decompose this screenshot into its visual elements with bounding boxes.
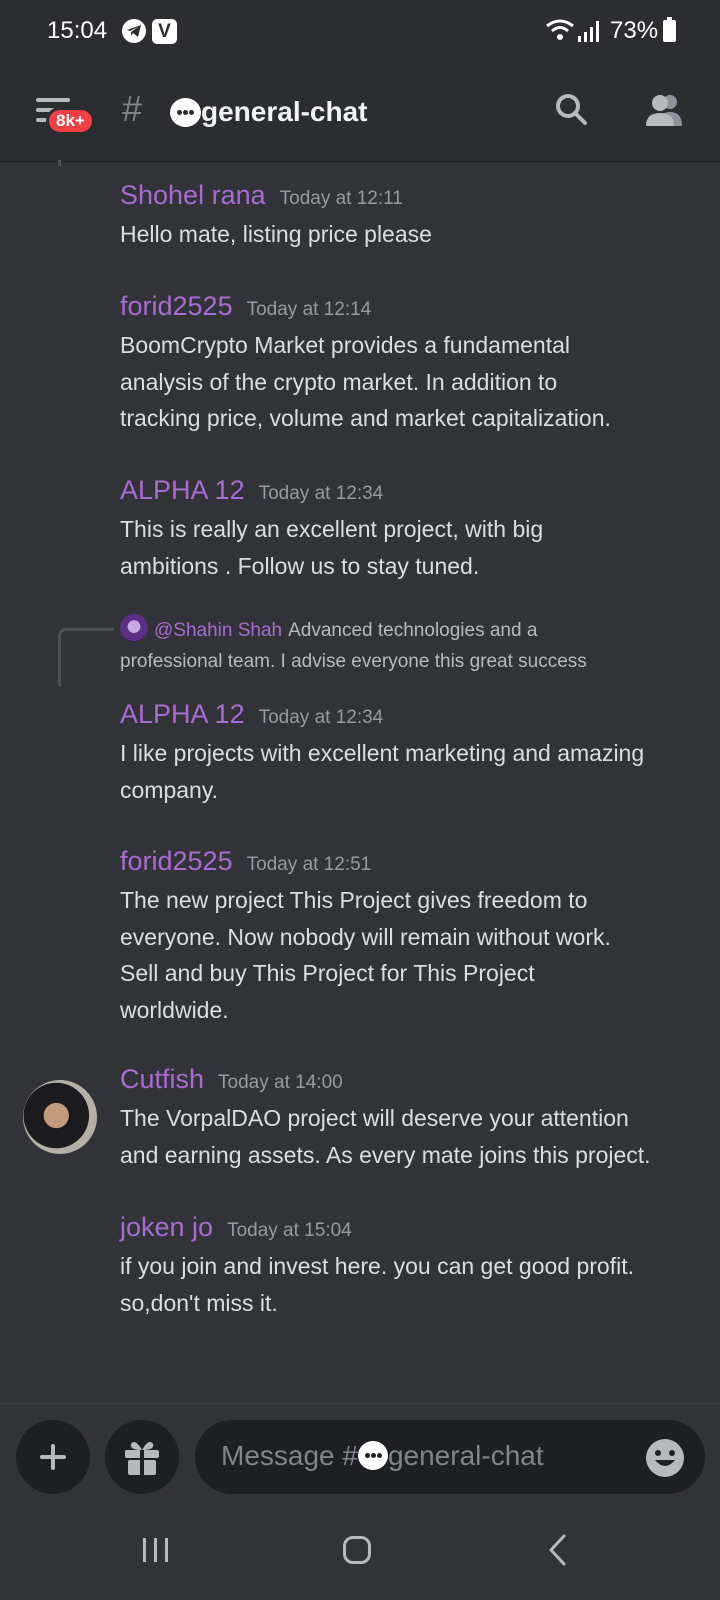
hash-icon: #: [122, 88, 143, 129]
status-time: 15:04: [47, 17, 108, 44]
back-icon[interactable]: [548, 1534, 568, 1566]
message-line: I like projects with excellent marketing…: [120, 740, 645, 766]
message-time: Today at 12:34: [258, 707, 384, 728]
reply-avatar: [120, 614, 148, 642]
gift-icon: [125, 1442, 159, 1475]
gift-button[interactable]: [105, 1420, 179, 1494]
v-app-icon: V: [152, 19, 177, 44]
battery-icon: [663, 17, 676, 42]
wifi-icon: [546, 19, 574, 40]
thread-line: [58, 160, 61, 166]
message-line: company.: [120, 776, 219, 803]
reply-author: @Shahin Shah: [154, 620, 283, 641]
message-author[interactable]: Shohel rana: [120, 180, 266, 210]
system-nav-bar: [0, 1506, 720, 1600]
message-line: so,don't miss it.: [120, 1289, 278, 1316]
composer-bar: Message # general-chat: [0, 1403, 720, 1506]
message-line: if you join and invest here. you can get…: [120, 1253, 634, 1279]
reply-text: Advanced technologies and a: [288, 620, 538, 641]
signal-icon: [578, 21, 599, 42]
message: forid2525 Today at 12:51 The new project …: [120, 846, 710, 1028]
message-line: Sell and buy This Project for This Proje…: [120, 960, 535, 986]
message-time: Today at 15:04: [227, 1220, 352, 1241]
message-input[interactable]: Message # general-chat: [195, 1420, 705, 1494]
message-author[interactable]: Cutfish: [120, 1064, 204, 1094]
reply-connector: [58, 628, 114, 686]
message: joken jo Today at 15:04 if you join and i…: [120, 1212, 710, 1321]
message-author[interactable]: ALPHA 12: [120, 699, 245, 729]
message-line: This is really an excellent project, wit…: [120, 516, 544, 542]
notification-badge: 8k+: [46, 107, 95, 135]
emoji-icon[interactable]: [645, 1438, 685, 1478]
recent-apps-icon[interactable]: [142, 1536, 170, 1564]
message: forid2525 Today at 12:14 BoomCrypto Marke…: [120, 291, 710, 437]
message-line: analysis of the crypto market. In additi…: [120, 368, 558, 395]
message-author[interactable]: joken jo: [120, 1212, 213, 1242]
members-icon[interactable]: [644, 92, 684, 128]
message-author[interactable]: ALPHA 12: [120, 475, 245, 505]
message-time: Today at 14:00: [218, 1072, 343, 1093]
message-time: Today at 12:14: [246, 299, 372, 320]
speech-bubble-emoji: [357, 1441, 388, 1470]
message-time: Today at 12:51: [246, 854, 372, 875]
search-icon[interactable]: [554, 92, 590, 128]
message: ALPHA 12 Today at 12:34 I like projects w…: [120, 699, 710, 808]
message-author[interactable]: forid2525: [120, 291, 233, 321]
message-line: worldwide.: [120, 996, 229, 1023]
message-line: The new project This Project gives freed…: [120, 887, 588, 913]
speech-bubble-emoji: [170, 98, 201, 127]
message-line: The VorpalDAO project will deserve your …: [120, 1105, 629, 1131]
message-line: ambitions . Follow us to stay tuned.: [120, 552, 480, 579]
message-line: and earning assets. As every mate joins …: [120, 1141, 651, 1168]
status-bar: 15:04 V 73%: [0, 0, 720, 62]
message-placeholder: Message # general-chat: [221, 1440, 544, 1471]
add-attachment-button[interactable]: [16, 1420, 90, 1494]
plus-icon: [40, 1444, 66, 1470]
message-time: Today at 12:11: [279, 188, 403, 209]
home-icon[interactable]: [343, 1536, 371, 1564]
reply-text: professional team. I advise everyone thi…: [120, 651, 587, 672]
channel-title[interactable]: general-chat: [201, 96, 368, 128]
battery-percent: 73%: [610, 17, 659, 44]
message-author[interactable]: forid2525: [120, 846, 233, 876]
message-line: everyone. Now nobody will remain without…: [120, 923, 611, 950]
message-line: Hello mate, listing price please: [120, 221, 432, 247]
message-line: BoomCrypto Market provides a fundamental: [120, 332, 570, 358]
message-time: Today at 12:34: [258, 483, 384, 504]
telegram-icon: [122, 19, 146, 43]
message-line: tracking price, volume and market capita…: [120, 405, 611, 431]
reply-preview[interactable]: @Shahin Shah Advanced technologies and a …: [120, 614, 710, 677]
channel-header: 8k+ # general-chat: [0, 62, 720, 162]
message: ALPHA 12 Today at 12:34 This is really an…: [120, 475, 710, 584]
message: Shohel rana Today at 12:11 Hello mate, li…: [120, 180, 710, 253]
avatar[interactable]: [23, 1080, 97, 1154]
message: Cutfish Today at 14:00 The VorpalDAO proj…: [120, 1064, 710, 1173]
